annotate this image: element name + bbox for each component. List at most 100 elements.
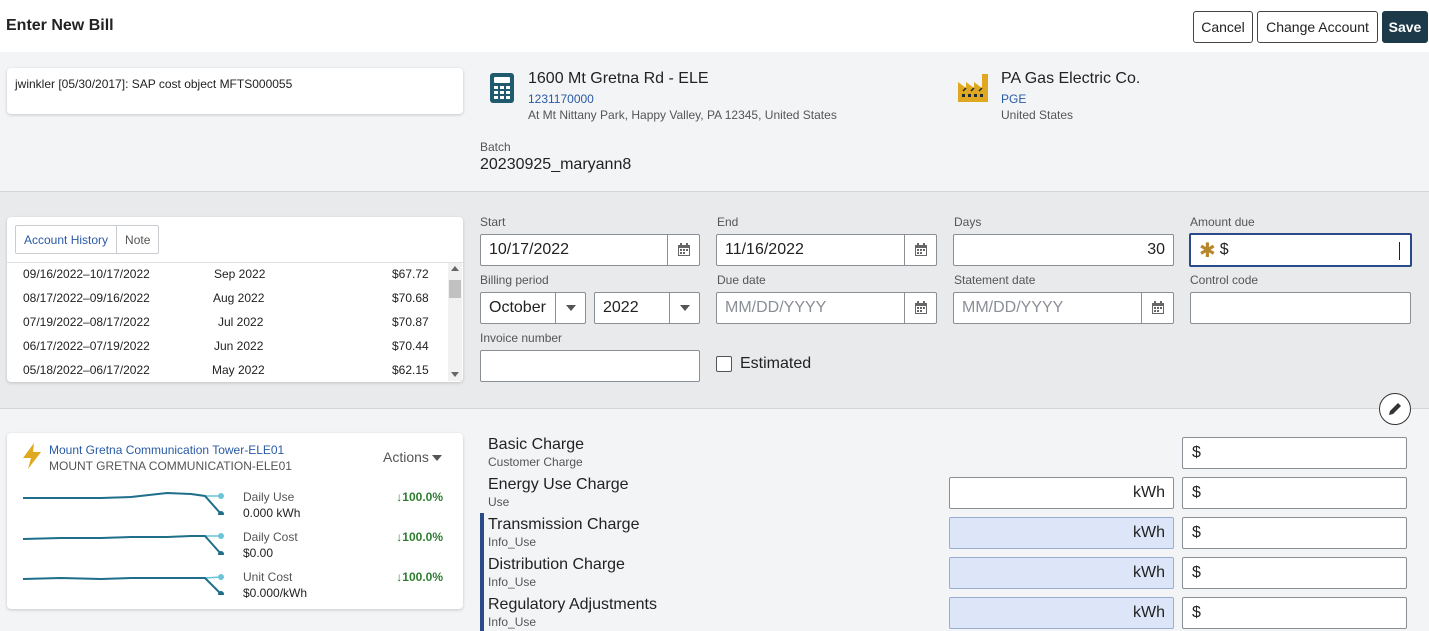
account-header-section: jwinkler [05/30/2017]: SAP cost object M…	[0, 52, 1429, 192]
end-label: End	[717, 215, 739, 229]
start-label: Start	[480, 215, 506, 229]
metric-value: $0.00	[243, 546, 274, 560]
charge-type: Use	[488, 495, 510, 509]
start-date-field[interactable]: 10/17/2022	[480, 234, 700, 266]
info-group-indicator	[480, 513, 484, 631]
control-code-label: Control code	[1190, 273, 1259, 287]
invoice-number-field[interactable]	[480, 350, 700, 382]
calculator-icon	[488, 72, 520, 104]
calendar-icon[interactable]	[904, 293, 936, 323]
due-date-field[interactable]: MM/DD/YYYY	[716, 292, 937, 324]
meter-name-link[interactable]: Mount Gretna Communication Tower-ELE01	[49, 443, 284, 457]
metric-change: ↓100.0%	[396, 570, 443, 584]
metric-label: Daily Use	[243, 490, 295, 504]
vendor-name: PA Gas Electric Co.	[1001, 70, 1141, 87]
daily-cost-sparkline	[22, 533, 224, 555]
due-date-label: Due date	[717, 273, 766, 287]
tab-note[interactable]: Note	[117, 226, 158, 253]
change-account-button[interactable]: Change Account	[1257, 11, 1378, 43]
days-field[interactable]: 30	[953, 234, 1174, 266]
charge-type: Info_Use	[488, 575, 537, 589]
charge-amount-field[interactable]: $	[1182, 437, 1407, 469]
charge-amount-field[interactable]: $	[1182, 517, 1407, 549]
charge-type: Info_Use	[488, 615, 537, 629]
top-bar: Enter New Bill Cancel Change Account Sav…	[0, 0, 1429, 52]
scrollbar-thumb[interactable]	[449, 280, 461, 298]
unit-cost-sparkline	[22, 574, 224, 595]
chevron-down-icon	[431, 455, 442, 462]
account-name: 1600 Mt Gretna Rd - ELE	[528, 70, 709, 87]
chevron-down-icon[interactable]	[669, 293, 699, 323]
metric-change: ↓100.0%	[396, 530, 443, 544]
charge-amount-field[interactable]: $	[1182, 597, 1407, 629]
scroll-down-icon[interactable]	[451, 372, 459, 377]
required-asterisk-icon: ✱	[1199, 239, 1216, 262]
history-row[interactable]: 06/17/2022–07/19/2022 Jun 2022 $70.44	[7, 334, 447, 358]
billing-year-select[interactable]: 2022	[594, 292, 700, 324]
charges-section: Mount Gretna Communication Tower-ELE01 M…	[0, 393, 1429, 631]
save-button[interactable]: Save	[1382, 11, 1428, 43]
account-history-card: Account History Note 09/16/2022–10/17/20…	[7, 217, 463, 382]
account-address: At Mt Nittany Park, Happy Valley, PA 123…	[528, 108, 837, 122]
cancel-button[interactable]: Cancel	[1193, 11, 1253, 43]
end-date-field[interactable]: 11/16/2022	[716, 234, 937, 266]
factory-icon	[957, 72, 989, 104]
batch-value: 20230925_maryann8	[480, 156, 632, 173]
charge-name: Distribution Charge	[488, 556, 625, 573]
charge-usage-field[interactable]: kWh	[949, 597, 1174, 629]
batch-label: Batch	[480, 140, 511, 154]
bill-details-section: Account History Note 09/16/2022–10/17/20…	[0, 192, 1429, 409]
account-number-link[interactable]: 1231170000	[528, 92, 594, 106]
charge-usage-field[interactable]: kWh	[949, 557, 1174, 589]
edit-pencil-button[interactable]	[1379, 393, 1411, 425]
metric-change: ↓100.0%	[396, 490, 443, 504]
amount-due-field[interactable]: ✱ $	[1189, 233, 1412, 267]
charge-name: Energy Use Charge	[488, 476, 629, 493]
tab-account-history[interactable]: Account History	[16, 226, 118, 253]
vendor-code-link[interactable]: PGE	[1001, 92, 1026, 106]
vendor-country: United States	[1001, 108, 1074, 122]
metric-label: Unit Cost	[243, 570, 293, 584]
pencil-icon	[1389, 403, 1401, 415]
charge-amount-field[interactable]: $	[1182, 477, 1407, 509]
amount-due-label: Amount due	[1190, 215, 1255, 229]
daily-use-sparkline	[23, 491, 224, 515]
metric-value: 0.000 kWh	[243, 506, 301, 520]
statement-date-field[interactable]: MM/DD/YYYY	[953, 292, 1174, 324]
account-note-text: jwinkler [05/30/2017]: SAP cost object M…	[15, 77, 293, 91]
history-row[interactable]: 07/19/2022–08/17/2022 Jul 2022 $70.87	[7, 310, 447, 334]
estimated-label: Estimated	[740, 355, 812, 372]
charge-usage-field[interactable]: kWh	[949, 517, 1174, 549]
metric-value: $0.000/kWh	[243, 586, 308, 600]
charge-name: Transmission Charge	[488, 516, 640, 533]
meter-code: MOUNT GRETNA COMMUNICATION-ELE01	[49, 459, 292, 473]
charge-type: Info_Use	[488, 535, 537, 549]
days-label: Days	[954, 215, 982, 229]
charge-name: Basic Charge	[488, 436, 585, 453]
history-row[interactable]: 08/17/2022–09/16/2022 Aug 2022 $70.68	[7, 286, 447, 310]
scroll-up-icon[interactable]	[451, 266, 459, 271]
calendar-icon[interactable]	[1141, 293, 1173, 323]
statement-date-label: Statement date	[954, 273, 1036, 287]
charge-amount-field[interactable]: $	[1182, 557, 1407, 589]
history-tabs: Account History Note	[15, 225, 160, 254]
billing-month-select[interactable]: October	[480, 292, 586, 324]
control-code-field[interactable]	[1190, 292, 1411, 324]
billing-period-label: Billing period	[480, 273, 549, 287]
chevron-down-icon[interactable]	[555, 293, 585, 323]
metric-label: Daily Cost	[243, 530, 298, 544]
history-scrollbar[interactable]	[448, 263, 462, 381]
estimated-checkbox[interactable]	[716, 356, 732, 372]
calendar-icon[interactable]	[904, 235, 936, 265]
charge-usage-field[interactable]: kWh	[949, 477, 1174, 509]
charge-type: Customer Charge	[488, 455, 583, 469]
history-row[interactable]: 09/16/2022–10/17/2022 Sep 2022 $67.72	[7, 262, 447, 286]
meter-card: Mount Gretna Communication Tower-ELE01 M…	[7, 433, 463, 609]
invoice-number-label: Invoice number	[480, 331, 563, 345]
page-title: Enter New Bill	[6, 17, 114, 34]
lightning-icon	[21, 443, 43, 474]
charge-name: Regulatory Adjustments	[488, 596, 657, 613]
history-row[interactable]: 05/18/2022–06/17/2022 May 2022 $62.15	[7, 358, 447, 382]
actions-menu[interactable]: Actions	[383, 449, 442, 465]
calendar-icon[interactable]	[667, 235, 699, 265]
